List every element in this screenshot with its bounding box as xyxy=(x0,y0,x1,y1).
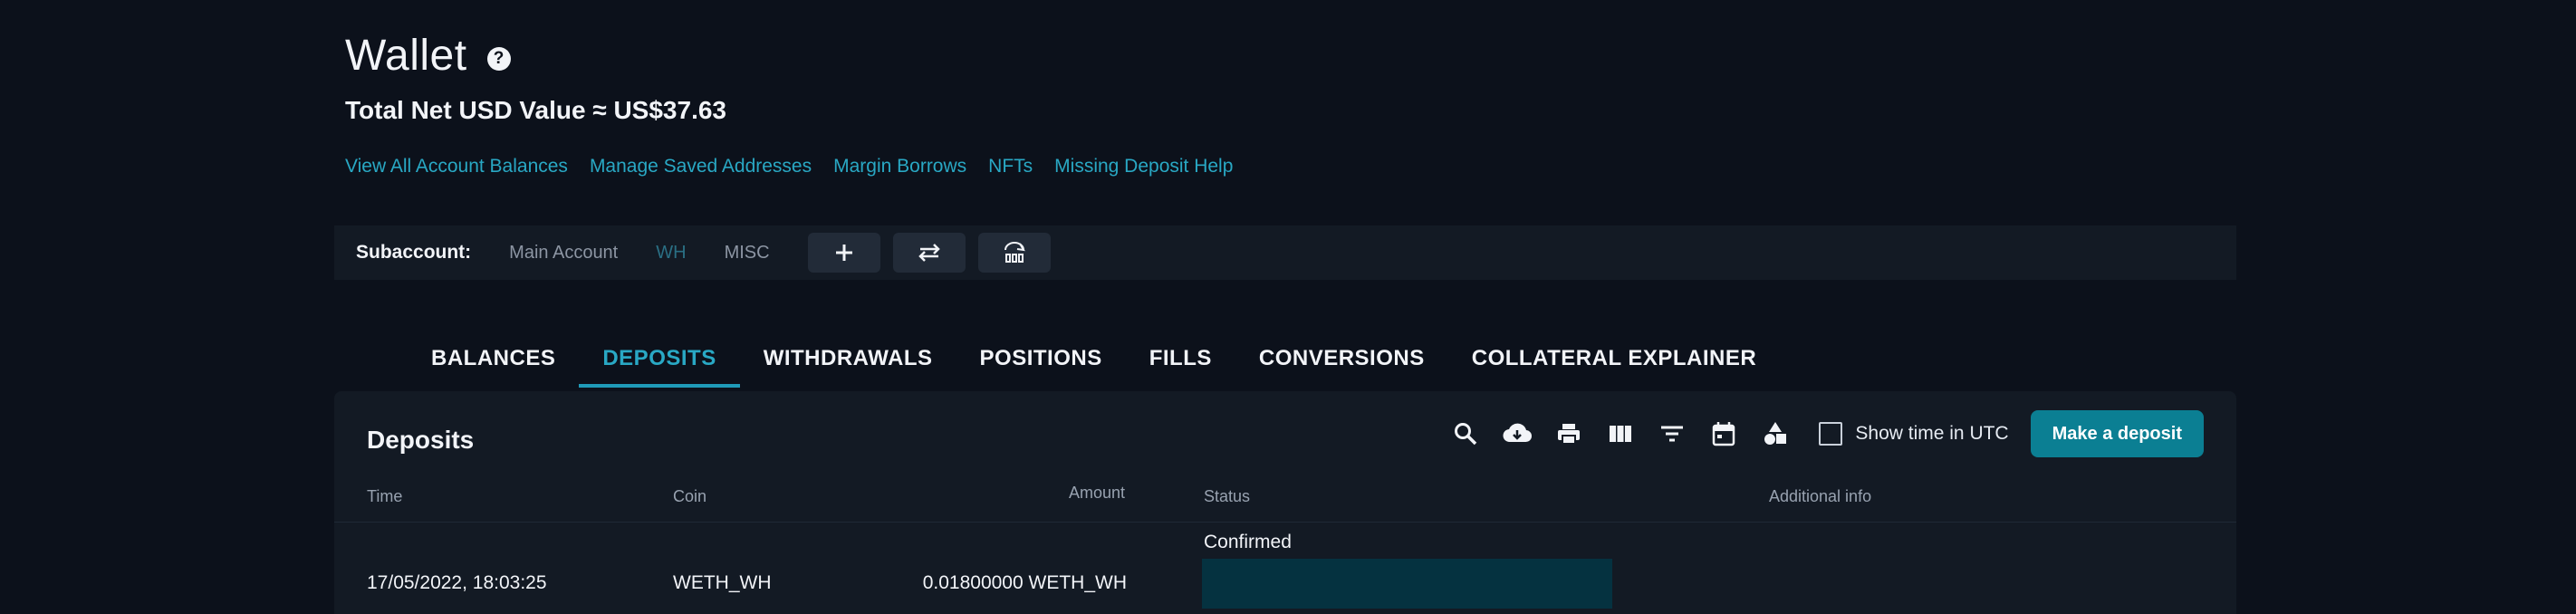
calendar-icon[interactable] xyxy=(1706,416,1742,452)
total-net-usd-value: Total Net USD Value ≈ US$37.63 xyxy=(345,96,726,124)
deposits-panel: Deposits Show time in UTC Make a deposit… xyxy=(334,391,2236,614)
tab-positions[interactable]: POSITIONS xyxy=(956,337,1126,388)
print-icon[interactable] xyxy=(1551,416,1587,452)
utc-checkbox[interactable] xyxy=(1819,422,1843,446)
subaccount-settings-button[interactable] xyxy=(977,233,1051,273)
tab-collateral-explainer[interactable]: COLLATERAL EXPLAINER xyxy=(1448,337,1780,388)
subaccount-main-account[interactable]: Main Account xyxy=(509,243,618,264)
title-row: Wallet ? xyxy=(345,31,511,81)
wallet-page: Wallet ? Total Net USD Value ≈ US$37.63 … xyxy=(0,0,2576,614)
link-missing-deposit-help[interactable]: Missing Deposit Help xyxy=(1054,156,1233,177)
make-deposit-button[interactable]: Make a deposit xyxy=(2030,410,2204,457)
utc-label: Show time in UTC xyxy=(1855,423,2009,444)
subaccount-label: Subaccount: xyxy=(356,242,472,263)
link-manage-saved-addresses[interactable]: Manage Saved Addresses xyxy=(590,156,812,177)
help-icon[interactable]: ? xyxy=(486,46,511,71)
account-links: View All Account Balances Manage Saved A… xyxy=(345,156,1233,177)
tab-deposits[interactable]: DEPOSITS xyxy=(579,337,741,388)
wallet-tabs: BALANCES DEPOSITS WITHDRAWALS POSITIONS … xyxy=(408,337,1780,388)
subaccount-misc[interactable]: MISC xyxy=(725,243,770,264)
download-icon[interactable] xyxy=(1499,416,1535,452)
subaccount-bar: Subaccount: Main Account WH MISC xyxy=(334,225,2236,280)
column-header-time[interactable]: Time xyxy=(367,487,402,506)
transfer-icon xyxy=(918,244,940,262)
columns-icon[interactable] xyxy=(1602,416,1639,452)
header-divider xyxy=(334,522,2236,523)
tab-balances[interactable]: BALANCES xyxy=(408,337,579,388)
subaccount-wh[interactable]: WH xyxy=(656,243,686,264)
row-status: Confirmed xyxy=(1204,532,1292,552)
column-header-coin[interactable]: Coin xyxy=(673,487,706,506)
tab-withdrawals[interactable]: WITHDRAWALS xyxy=(740,337,956,388)
tab-fills[interactable]: FILLS xyxy=(1126,337,1235,388)
row-time: 17/05/2022, 18:03:25 xyxy=(367,572,547,593)
add-subaccount-button[interactable] xyxy=(807,233,880,273)
page-title: Wallet xyxy=(345,32,467,80)
link-nfts[interactable]: NFTs xyxy=(988,156,1033,177)
column-header-additional-info[interactable]: Additional info xyxy=(1769,487,1871,506)
bank-icon xyxy=(1004,242,1025,263)
column-header-status[interactable]: Status xyxy=(1204,487,1250,506)
deposits-toolbar: Show time in UTC Make a deposit xyxy=(1432,409,2204,458)
row-amount: 0.01800000 WETH_WH xyxy=(922,572,1127,593)
redacted-status-detail xyxy=(1202,559,1612,609)
plus-icon xyxy=(835,245,852,261)
shapes-icon[interactable] xyxy=(1757,416,1793,452)
link-margin-borrows[interactable]: Margin Borrows xyxy=(833,156,966,177)
search-icon[interactable] xyxy=(1447,416,1484,452)
deposits-title: Deposits xyxy=(367,426,475,454)
row-coin: WETH_WH xyxy=(673,572,772,593)
tab-conversions[interactable]: CONVERSIONS xyxy=(1235,337,1448,388)
link-view-all-balances[interactable]: View All Account Balances xyxy=(345,156,568,177)
transfer-button[interactable] xyxy=(892,233,966,273)
filter-icon[interactable] xyxy=(1654,416,1690,452)
column-header-amount[interactable]: Amount xyxy=(1069,484,1125,503)
